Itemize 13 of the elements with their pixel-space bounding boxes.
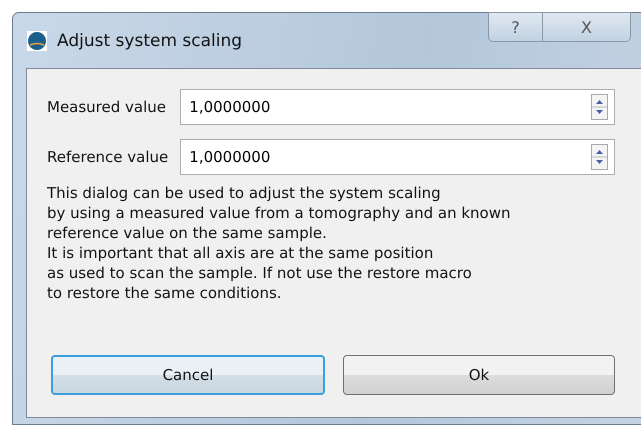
spinner-arrows-icon[interactable] xyxy=(591,94,608,120)
spinner-arrows-icon[interactable] xyxy=(591,144,608,170)
close-button[interactable]: X xyxy=(543,12,631,42)
field-label: Measured value xyxy=(47,98,168,116)
description-text: This dialog can be used to adjust the system scaling by using a measured value from a tomography and an known reference value on the same sample. It is important that all axis are at the same position as used to scan the sample. If not use the restore macro to restore the same conditions. xyxy=(47,183,512,303)
ok-button[interactable]: Ok xyxy=(343,355,615,395)
window-title: Adjust system scaling xyxy=(57,30,242,50)
field-label: Reference value xyxy=(47,148,168,166)
number-field[interactable]: 1,0000000 xyxy=(180,139,615,175)
app-logo-icon xyxy=(27,30,47,50)
number-field[interactable]: 1,0000000 xyxy=(180,89,615,125)
help-button[interactable]: ? xyxy=(488,12,543,42)
cancel-button[interactable]: Cancel xyxy=(51,355,325,395)
